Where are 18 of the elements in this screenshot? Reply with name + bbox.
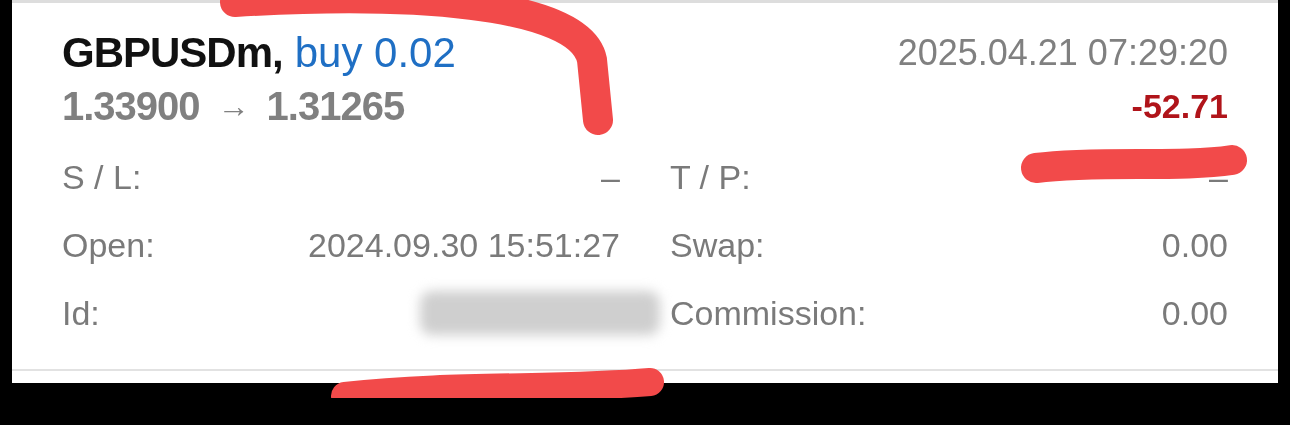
field-label: Swap: xyxy=(670,225,765,265)
close-time: 2025.04.21 07:29:20 xyxy=(897,31,1228,75)
field-value: – xyxy=(601,157,620,197)
current-price: 1.31265 xyxy=(266,83,405,130)
field-value: 0.00 xyxy=(1161,293,1228,333)
field-label: Id: xyxy=(62,293,100,333)
open-price: 1.33900 xyxy=(62,83,200,130)
arrow-icon: → xyxy=(217,81,249,131)
field-label: Open: xyxy=(62,225,155,265)
field-value: 2024.09.30 15:51:27 xyxy=(308,225,620,265)
field-value: 0.00 xyxy=(1161,225,1228,265)
order-side: buy 0.02 xyxy=(294,29,456,76)
field-value: – xyxy=(1209,157,1228,197)
symbol-label: GBPUSDm, xyxy=(62,29,283,76)
profit-value: -52.71 xyxy=(1131,86,1228,127)
field-label: Commission: xyxy=(670,293,867,333)
field-label: S / L: xyxy=(62,157,142,197)
field-label: T / P: xyxy=(670,157,751,197)
